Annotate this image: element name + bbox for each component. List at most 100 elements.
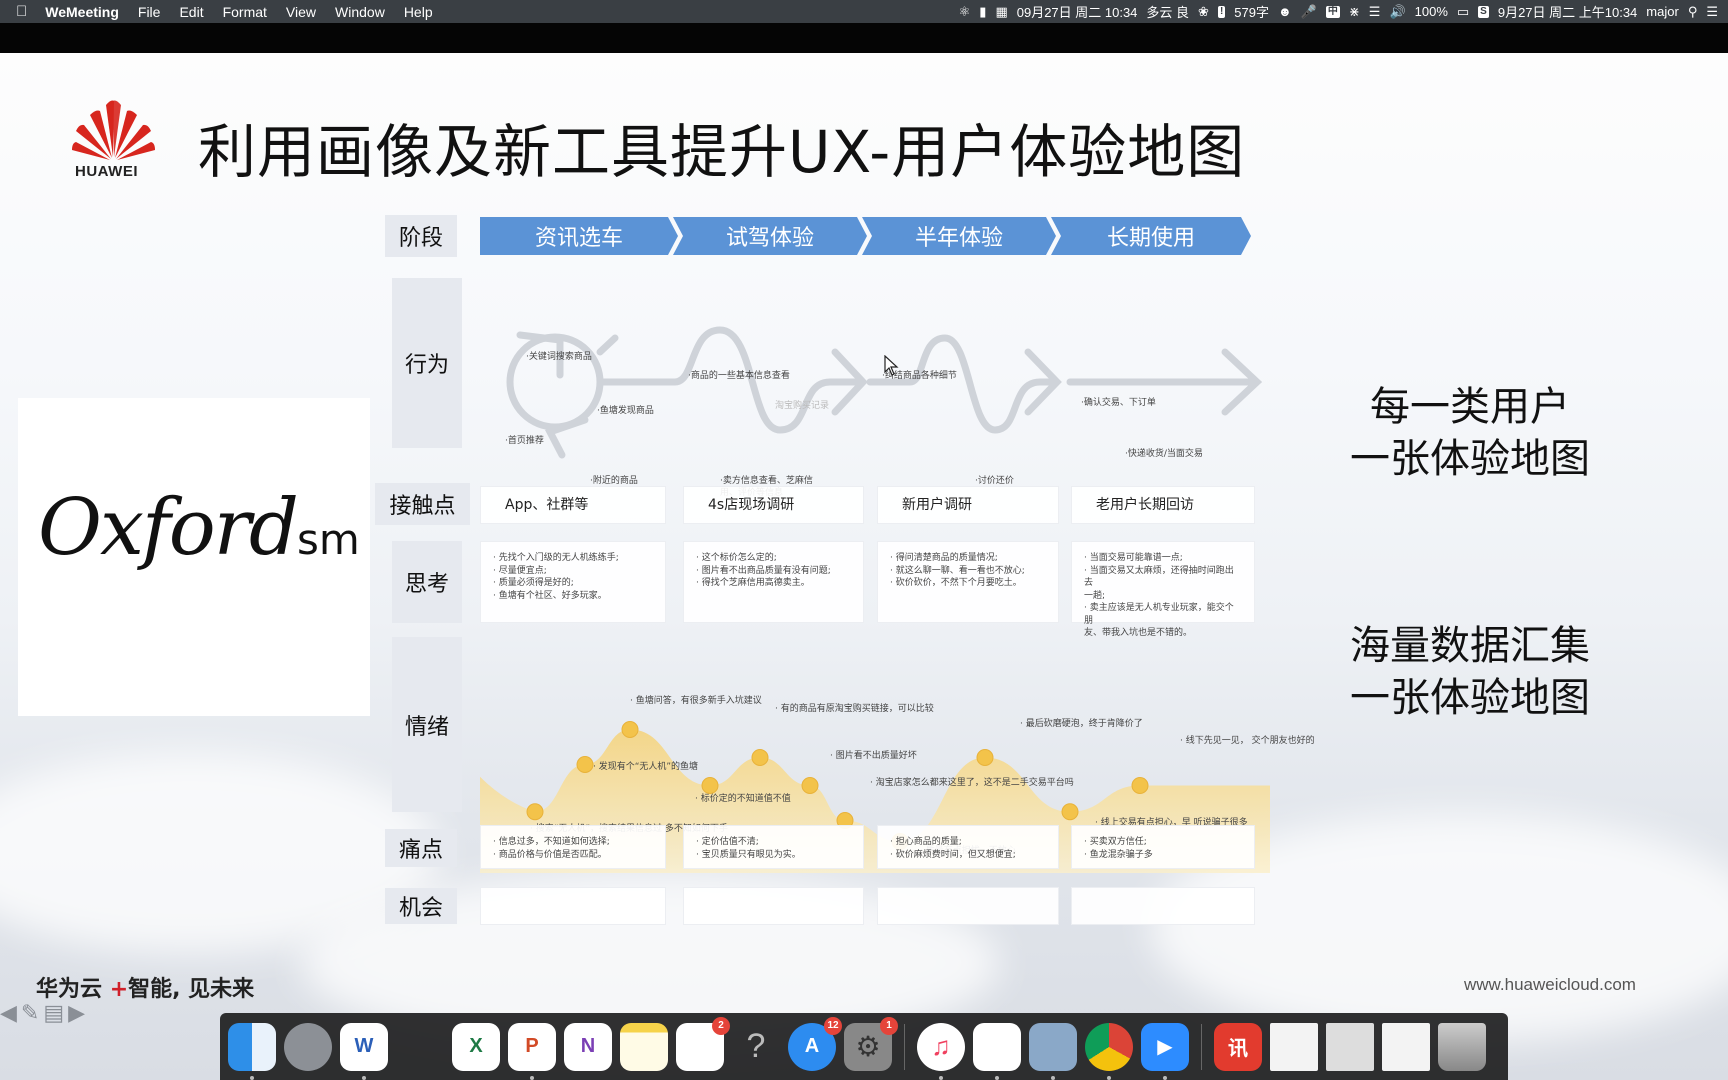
notification-center-icon[interactable]: ☰ xyxy=(1706,0,1718,23)
emotion-emoji-point xyxy=(701,777,719,794)
calendar-icon[interactable]: ▦ xyxy=(995,0,1007,23)
spotlight-search-icon[interactable]: ⚲ xyxy=(1688,0,1698,23)
dock-baidu-netdisk-icon[interactable] xyxy=(973,1022,1021,1080)
behavior-annotation: ·关键词搜索商品 xyxy=(526,352,592,362)
behavior-annotation: ·鱼塘发现商品 xyxy=(597,406,654,416)
thinking-line: · 卖主应该是无人机专业玩家，能交个朋 xyxy=(1084,603,1234,626)
dock-app-store-icon[interactable]: A 12 xyxy=(788,1016,842,1071)
butterfly-icon[interactable]: ❀ xyxy=(1198,0,1209,23)
dock-preview-icon[interactable] xyxy=(1029,1022,1077,1080)
slide-title: 利用画像及新工具提升UX-用户体验地图 xyxy=(198,118,1246,186)
behavior-annotation: 淘宝购买记录 xyxy=(775,401,830,411)
side-caption-line: 每一类用户 xyxy=(1370,384,1570,430)
emotion-emoji-point xyxy=(1131,777,1149,794)
behavior-annotation: ·首页推荐 xyxy=(505,436,544,446)
dock-word-doc-1-icon[interactable] xyxy=(1270,1022,1318,1071)
slide-menu-icon[interactable]: ▤ xyxy=(43,1000,64,1026)
oxford-logo: Oxfordsm xyxy=(38,483,360,573)
dock-xunfei-icon[interactable]: 讯 xyxy=(1214,1022,1262,1071)
running-indicator xyxy=(995,1075,999,1080)
touchpoint-cell: App、社群等 xyxy=(480,486,666,524)
dock-music-icon[interactable]: ♫ xyxy=(917,1022,965,1080)
slideshow-nav-tools: ◀ ✎ ▤ ▶ xyxy=(0,1000,85,1026)
dock-ppt-doc-icon[interactable] xyxy=(1326,1022,1374,1071)
user-journey-map: 阶段 资讯选车 试驾体验 半年体验 长期使用 行为 ·关键词搜索商品 ·鱼塘发现… xyxy=(375,205,1315,995)
running-indicator xyxy=(939,1075,943,1080)
dock-wechat-icon[interactable] xyxy=(396,1023,444,1071)
word-count[interactable]: 579字 xyxy=(1234,2,1269,21)
dock-reminders-icon[interactable]: 2 xyxy=(676,1016,730,1071)
emotion-label: · 标价定的不知道值不值 xyxy=(695,794,791,804)
calendar-date[interactable]: 09月27日 周二 10:34 xyxy=(1017,2,1138,21)
menu-window[interactable]: Window xyxy=(335,4,385,20)
s-app-icon[interactable]: S xyxy=(1478,5,1489,18)
presentation-slide: HUAWEI 利用画像及新工具提升UX-用户体验地图 Oxfordsm 阶段 资… xyxy=(0,53,1728,1080)
dock-trash-icon[interactable] xyxy=(1438,1022,1486,1071)
menu-edit[interactable]: Edit xyxy=(179,4,203,20)
running-indicator xyxy=(530,1075,534,1080)
row-label-behavior: 行为 xyxy=(392,278,462,448)
menu-format[interactable]: Format xyxy=(223,4,267,20)
notification-badge: 2 xyxy=(712,1016,730,1035)
thinking-line: · 当面交易又太麻烦，还得抽时间跑出去 xyxy=(1084,565,1234,589)
pain-line: · 担心商品的质量; xyxy=(890,837,962,847)
dock-excel-icon[interactable]: X xyxy=(452,1022,500,1071)
footer-url: www.huaweicloud.com xyxy=(1464,975,1636,994)
previous-slide-icon[interactable]: ◀ xyxy=(0,1000,17,1026)
menu-app-name[interactable]: WeMeeting xyxy=(45,4,119,20)
apple-menu-icon[interactable]:  xyxy=(16,3,27,20)
pain-line: · 买卖双方信任; xyxy=(1084,837,1147,847)
running-indicator xyxy=(1107,1075,1111,1080)
side-caption-line: 海量数据汇集 xyxy=(1350,623,1590,669)
behavior-annotation: ·商品的一些基本信息查看 xyxy=(688,371,790,381)
input-method[interactable]: 中 xyxy=(1325,5,1340,18)
pen-tool-icon[interactable]: ✎ xyxy=(21,1000,39,1026)
thinking-line: · 质量必须得是好的; xyxy=(493,578,574,588)
dock-word-doc-2-icon[interactable] xyxy=(1382,1022,1430,1071)
menu-view[interactable]: View xyxy=(286,4,316,20)
notification-icon[interactable]: ▮ xyxy=(979,0,986,23)
opportunity-cell xyxy=(683,887,864,925)
dock-notes-icon[interactable] xyxy=(620,1022,668,1071)
emotion-label: · 发现有个“无人机”的鱼塘 xyxy=(593,762,699,772)
huawei-logo-text: HUAWEI xyxy=(75,163,138,180)
dock-finder-icon[interactable] xyxy=(228,1022,276,1080)
dock-item-label: X xyxy=(469,1035,483,1057)
microphone-icon[interactable]: 🎤 xyxy=(1301,0,1317,23)
stage-3: 半年体验 xyxy=(862,217,1056,255)
dock-item-label: A xyxy=(804,1035,820,1057)
volume-icon[interactable]: 🔊 xyxy=(1389,0,1405,23)
bluetooth-icon[interactable]: ⋇ xyxy=(1349,0,1360,23)
dock-onenote-icon[interactable]: N xyxy=(564,1022,612,1071)
pain-line: · 鱼龙混杂骗子多 xyxy=(1084,849,1153,860)
thinking-line: · 鱼塘有个社区、好多玩家。 xyxy=(493,590,607,601)
thinking-line: 友、带我入坑也是不错的。 xyxy=(1084,628,1193,638)
smiley-icon[interactable]: ☻ xyxy=(1278,0,1292,23)
user-name[interactable]: major xyxy=(1646,4,1679,19)
dock-item-label: 讯 xyxy=(1228,1038,1248,1060)
row-label-pain: 痛点 xyxy=(385,829,457,867)
warning-icon[interactable]: ! xyxy=(1217,5,1226,18)
battery-icon[interactable]: ▭ xyxy=(1457,0,1469,23)
wifi-icon[interactable]: ☰ xyxy=(1369,0,1381,23)
side-caption-2: 海量数据汇集 一张体验地图 xyxy=(1335,620,1605,724)
dock-zoom-icon[interactable]: ▶ xyxy=(1141,1022,1189,1080)
dock-chrome-icon[interactable] xyxy=(1085,1022,1133,1080)
battery-percent[interactable]: 100% xyxy=(1415,4,1448,19)
baidu-cloud-icon[interactable]: ⚛ xyxy=(959,0,971,23)
menu-file[interactable]: File xyxy=(138,4,161,20)
dock-launchpad-icon[interactable] xyxy=(284,1022,332,1071)
dock-word-icon[interactable]: W xyxy=(340,1022,388,1080)
weather-status[interactable]: 多云 良 xyxy=(1146,2,1189,21)
thinking-line: · 当面交易可能靠谱一点; xyxy=(1084,553,1183,563)
menu-help[interactable]: Help xyxy=(404,4,433,20)
next-slide-icon[interactable]: ▶ xyxy=(68,1000,85,1026)
clock[interactable]: 9月27日 周二 上午10:34 xyxy=(1498,2,1637,21)
footer-brand: 华为云 xyxy=(36,977,103,1002)
dock-help-icon[interactable]: ? xyxy=(732,1023,780,1071)
dock-powerpoint-icon[interactable]: P xyxy=(508,1022,556,1080)
dock-system-preferences-icon[interactable]: ⚙ 1 xyxy=(844,1016,898,1071)
pain-point-cell: · 信息过多，不知道如何选择; · 商品价格与价值是否匹配。 xyxy=(480,825,666,869)
pain-line: · 信息过多，不知道如何选择; xyxy=(493,837,610,847)
side-caption-line: 一张体验地图 xyxy=(1350,675,1590,721)
